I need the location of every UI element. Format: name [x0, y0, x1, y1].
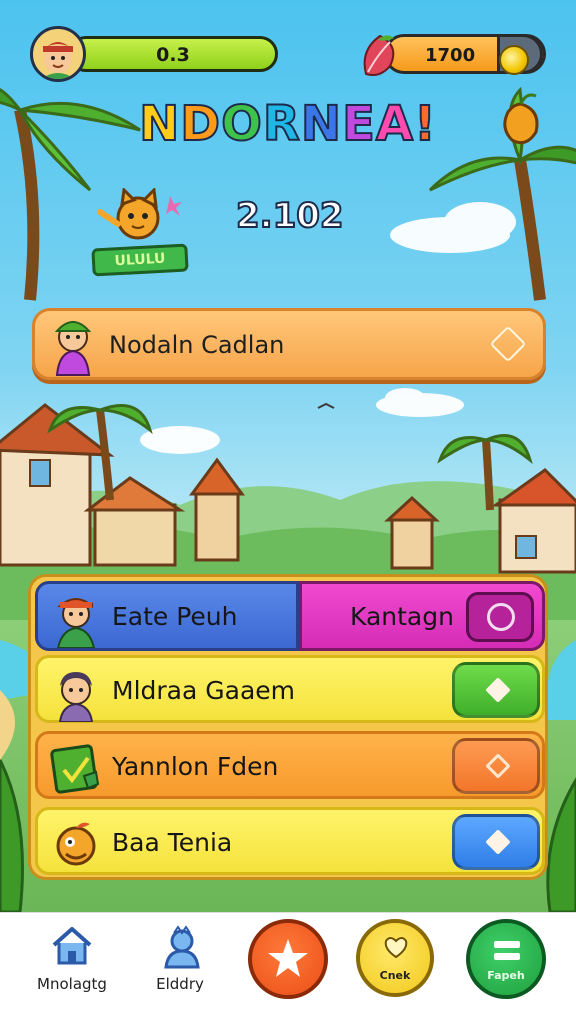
game-title: NDORNEA!	[0, 95, 576, 153]
go-button-blue[interactable]	[452, 814, 540, 870]
menu-row-4-label: Baa Tenia	[112, 828, 233, 857]
nav-home-label: Mnolagtg	[37, 975, 107, 993]
circle-button[interactable]	[466, 592, 534, 642]
menu-button-right[interactable]: Kantagn	[299, 581, 545, 651]
coins-hud[interactable]: 1700	[360, 30, 548, 78]
menu-row-4[interactable]: Baa Tenia	[35, 807, 545, 875]
level-value: 0.3	[156, 44, 190, 66]
level-bar: 0.3	[68, 36, 278, 72]
nav-profile[interactable]: Elddry	[120, 913, 240, 1024]
nav-coin-button[interactable]: Cnek	[356, 919, 434, 997]
menu-button-left[interactable]: Eate Peuh	[35, 581, 299, 651]
character-icon	[54, 321, 92, 376]
menu-panel: Eate Peuh Kantagn Mldraa Gaaem Yannlon F…	[28, 574, 548, 880]
coins-bar: 1700	[384, 34, 546, 75]
home-icon	[52, 927, 92, 965]
fruit-icon	[503, 93, 539, 145]
title-letter-5: E	[341, 95, 376, 153]
coins-value: 1700	[425, 45, 476, 66]
nav-home[interactable]: Mnolagtg	[12, 913, 132, 1024]
title-letter-6: A	[375, 95, 415, 153]
menu-bars-icon	[494, 941, 520, 965]
villager-icon	[58, 672, 94, 722]
title-letter-3: R	[262, 95, 301, 153]
mascot-sign: ULULU	[91, 243, 189, 277]
leaf-icon	[363, 34, 395, 76]
menu-row-1: Eate Peuh Kantagn	[35, 581, 545, 651]
adventurer-icon	[56, 598, 96, 648]
player-level-hud[interactable]: 0.3	[30, 26, 278, 86]
menu-row-2-label: Mldraa Gaaem	[112, 676, 295, 705]
menu-row-1-right-label: Kantagn	[350, 602, 454, 631]
nav-menu-button[interactable]: Fapeh	[466, 919, 546, 999]
nav-coin-label: Cnek	[379, 969, 411, 982]
circle-icon	[487, 603, 515, 631]
go-button-orange[interactable]	[452, 738, 540, 794]
nav-profile-label: Elddry	[156, 975, 204, 993]
player-avatar-icon[interactable]	[30, 26, 86, 82]
diamond-icon	[489, 325, 527, 363]
go-button-green[interactable]	[452, 662, 540, 718]
banner-button[interactable]: Nodaln Cadlan	[32, 308, 546, 380]
bottom-navigation: Mnolagtg Elddry Cnek Fapeh	[0, 912, 576, 1024]
diamond-icon	[485, 829, 511, 855]
nav-green-label: Fapeh	[487, 969, 525, 982]
nav-star-button[interactable]	[248, 919, 328, 999]
banner-label: Nodaln Cadlan	[109, 331, 285, 359]
profile-icon	[164, 925, 200, 969]
diamond-icon	[485, 677, 511, 703]
menu-row-3[interactable]: Yannlon Fden	[35, 731, 545, 799]
menu-row-3-label: Yannlon Fden	[112, 752, 279, 781]
coin-icon	[499, 45, 529, 75]
title-letter-2: O	[220, 95, 263, 153]
title-letter-0: N	[138, 95, 181, 153]
score-value: 2.102	[235, 195, 345, 237]
star-icon	[268, 939, 308, 977]
title-letter-7: !	[413, 95, 437, 153]
heart-icon	[384, 937, 408, 959]
bird-icon	[56, 822, 96, 866]
menu-row-1-left-label: Eate Peuh	[112, 602, 238, 631]
menu-row-2[interactable]: Mldraa Gaaem	[35, 655, 545, 723]
diamond-icon	[485, 753, 511, 779]
title-letter-4: N	[300, 95, 343, 153]
title-letter-1: D	[179, 95, 222, 153]
map-icon	[50, 744, 100, 794]
